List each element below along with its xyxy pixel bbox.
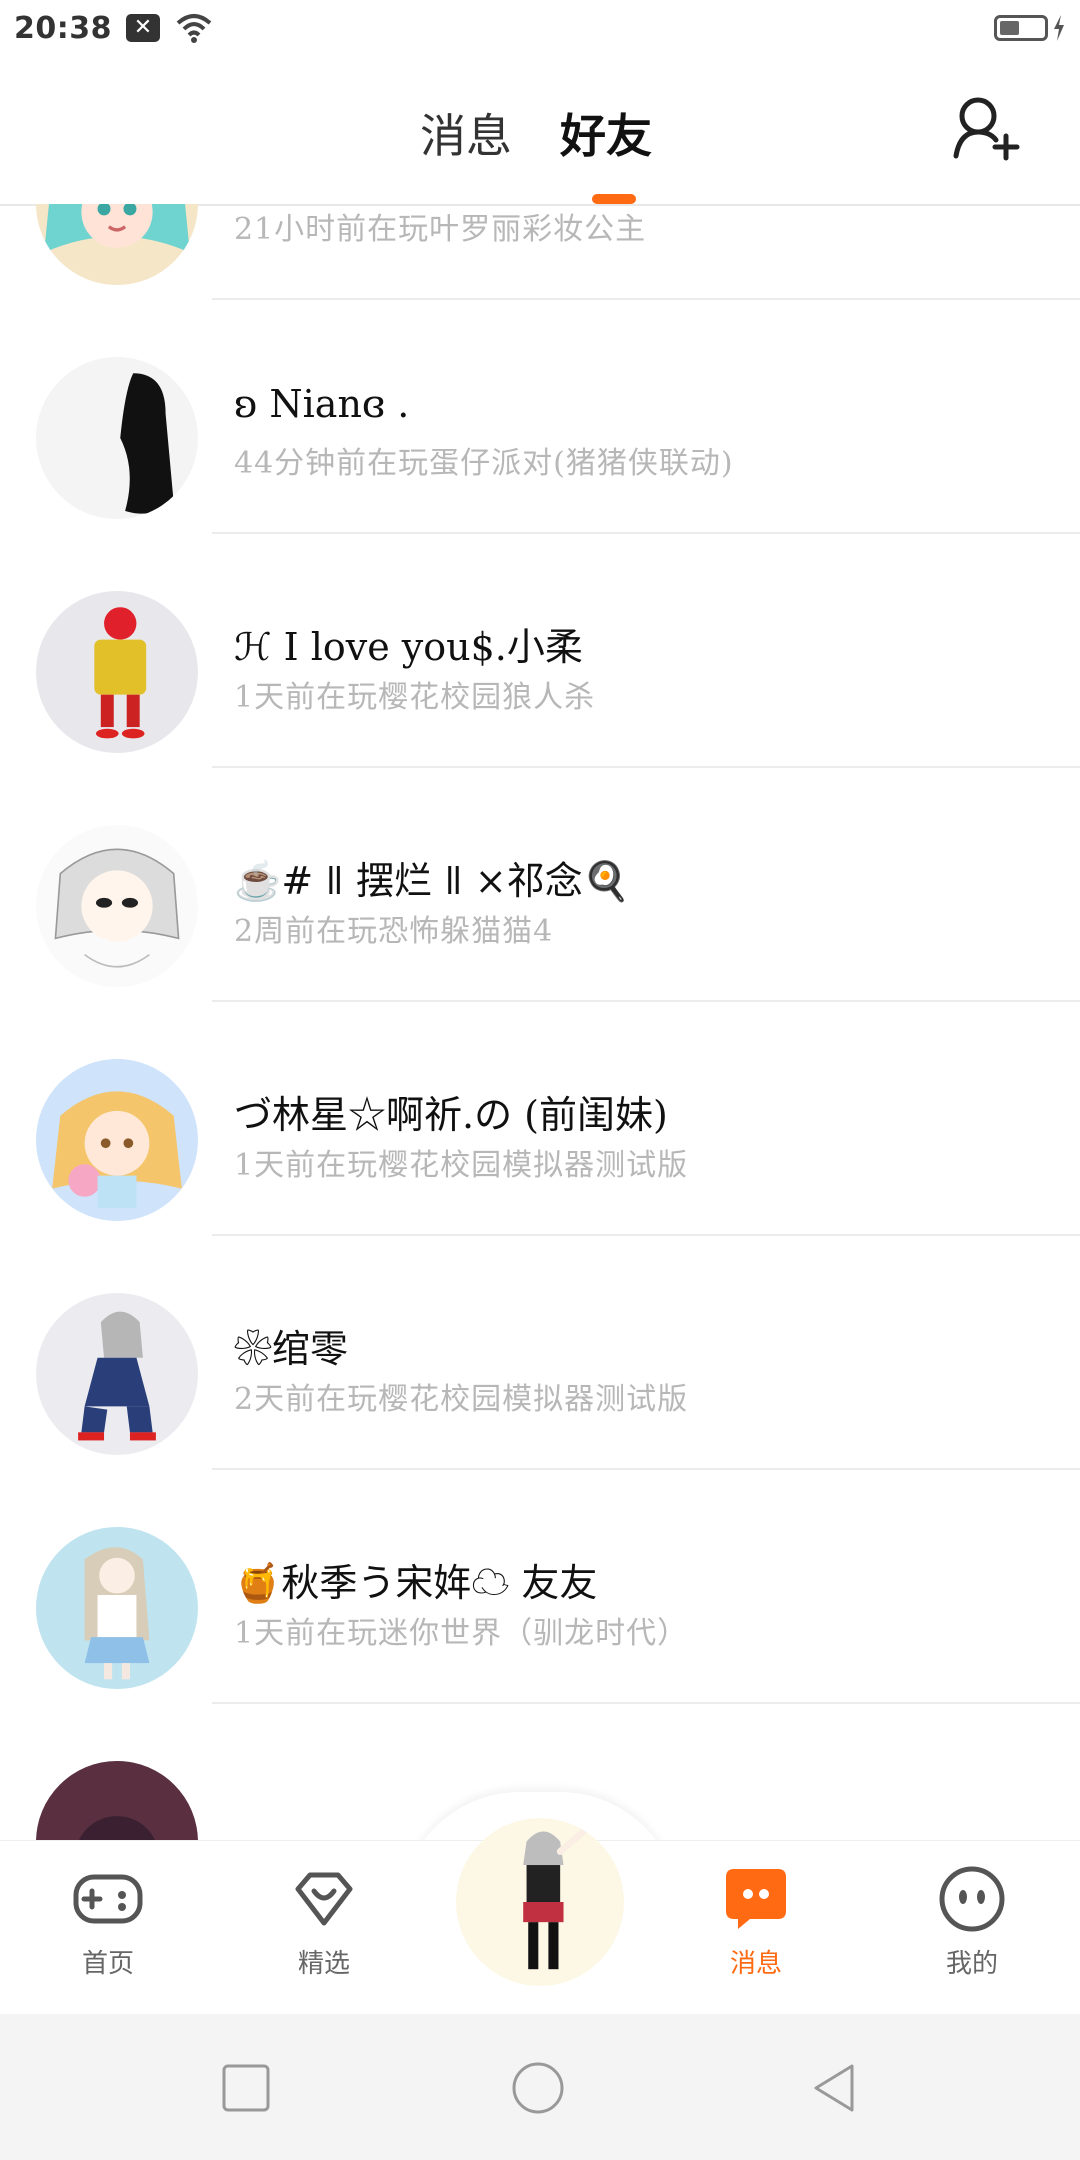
friend-name: ʚ Nianɞ .: [234, 382, 410, 426]
friend-row[interactable]: 🍯秋季う宋姩☁ 友友 1天前在玩迷你世界（驯龙时代）: [0, 1470, 1080, 1704]
friend-status: 1天前在玩樱花校园狼人杀: [234, 680, 596, 715]
nav-home[interactable]: 首页: [33, 1841, 183, 2015]
charging-icon: [1054, 15, 1064, 41]
tab-friends[interactable]: 好友: [560, 100, 652, 166]
friend-status: 44分钟前在玩蛋仔派对(猪猪侠联动): [234, 446, 734, 481]
friend-row[interactable]: ❀绾零 2天前在玩樱花校园模拟器测试版: [0, 1236, 1080, 1470]
friend-row[interactable]: づ林星☆啊祈.の (前闺妹) 1天前在玩樱花校园模拟器测试版: [0, 1002, 1080, 1236]
nav-label: 精选: [297, 1949, 350, 1979]
nav-label: 首页: [81, 1949, 134, 1979]
nav-profile[interactable]: 我的: [897, 1841, 1047, 2015]
friend-avatar: [36, 1761, 198, 1840]
top-tab-bar: 消息 好友: [0, 56, 1080, 206]
friend-avatar: [36, 1059, 198, 1221]
back-icon[interactable]: [806, 2060, 862, 2116]
friend-avatar: [36, 1293, 198, 1455]
friend-name: ❀绾零: [234, 1327, 349, 1371]
friends-list: 前闺 21小时前在玩叶罗丽彩妆公主 ʚ Nianɞ . 44分钟前在玩蛋仔派对(…: [0, 204, 1080, 1840]
nav-label: 消息: [729, 1949, 782, 1979]
friend-avatar: [36, 825, 198, 987]
status-bar: 20:38 ✕: [0, 0, 1080, 56]
friend-name: ☕# ǁ 摆烂 ǁ ×祁念🍳: [234, 859, 631, 903]
friend-avatar: [36, 357, 198, 519]
friend-row[interactable]: ʚ Nianɞ . 44分钟前在玩蛋仔派对(猪猪侠联动): [0, 300, 1080, 534]
tab-messages[interactable]: 消息: [420, 100, 512, 166]
friend-status: 2天前在玩樱花校园模拟器测试版: [234, 1382, 689, 1417]
face-icon: [939, 1866, 1005, 1932]
wifi-icon: [176, 14, 212, 43]
active-tab-indicator: [592, 194, 636, 204]
friend-status: 1天前在玩迷你世界（驯龙时代）: [234, 1616, 689, 1651]
friend-name: 🍯秋季う宋姩☁ 友友: [234, 1561, 598, 1605]
friend-name: ℋ I love you$.小柔: [234, 625, 583, 669]
friend-avatar: [36, 204, 198, 285]
add-user-icon[interactable]: [950, 92, 1022, 164]
nav-featured[interactable]: 精选: [249, 1841, 399, 2015]
status-time: 20:38: [14, 10, 112, 46]
friend-row[interactable]: 前闺 21小时前在玩叶罗丽彩妆公主: [0, 204, 1080, 300]
nav-character-button[interactable]: [456, 1818, 624, 1986]
chat-bubble-icon: [726, 1869, 786, 1929]
friend-avatar: [36, 1527, 198, 1689]
diamond-heart-icon: [295, 1872, 353, 1926]
system-nav-bar: [0, 2014, 1080, 2160]
recent-apps-icon[interactable]: [218, 2060, 274, 2116]
friend-name: づ林星☆啊祈.の (前闺妹): [234, 1093, 668, 1137]
friend-row[interactable]: ☕# ǁ 摆烂 ǁ ×祁念🍳 2周前在玩恐怖躲猫猫4: [0, 768, 1080, 1002]
gamepad-icon: [73, 1874, 143, 1924]
friend-status: 21小时前在玩叶罗丽彩妆公主: [234, 212, 647, 247]
nav-label: 我的: [945, 1949, 998, 1979]
friend-status: 2周前在玩恐怖躲猫猫4: [234, 914, 554, 949]
nav-messages[interactable]: 消息: [681, 1841, 831, 2015]
notification-icon: ✕: [126, 14, 160, 42]
friend-row[interactable]: ℋ I love you$.小柔 1天前在玩樱花校园狼人杀: [0, 534, 1080, 768]
friend-avatar: [36, 591, 198, 753]
home-icon[interactable]: [510, 2060, 566, 2116]
friend-status: 1天前在玩樱花校园模拟器测试版: [234, 1148, 689, 1183]
battery-icon: [994, 15, 1048, 41]
